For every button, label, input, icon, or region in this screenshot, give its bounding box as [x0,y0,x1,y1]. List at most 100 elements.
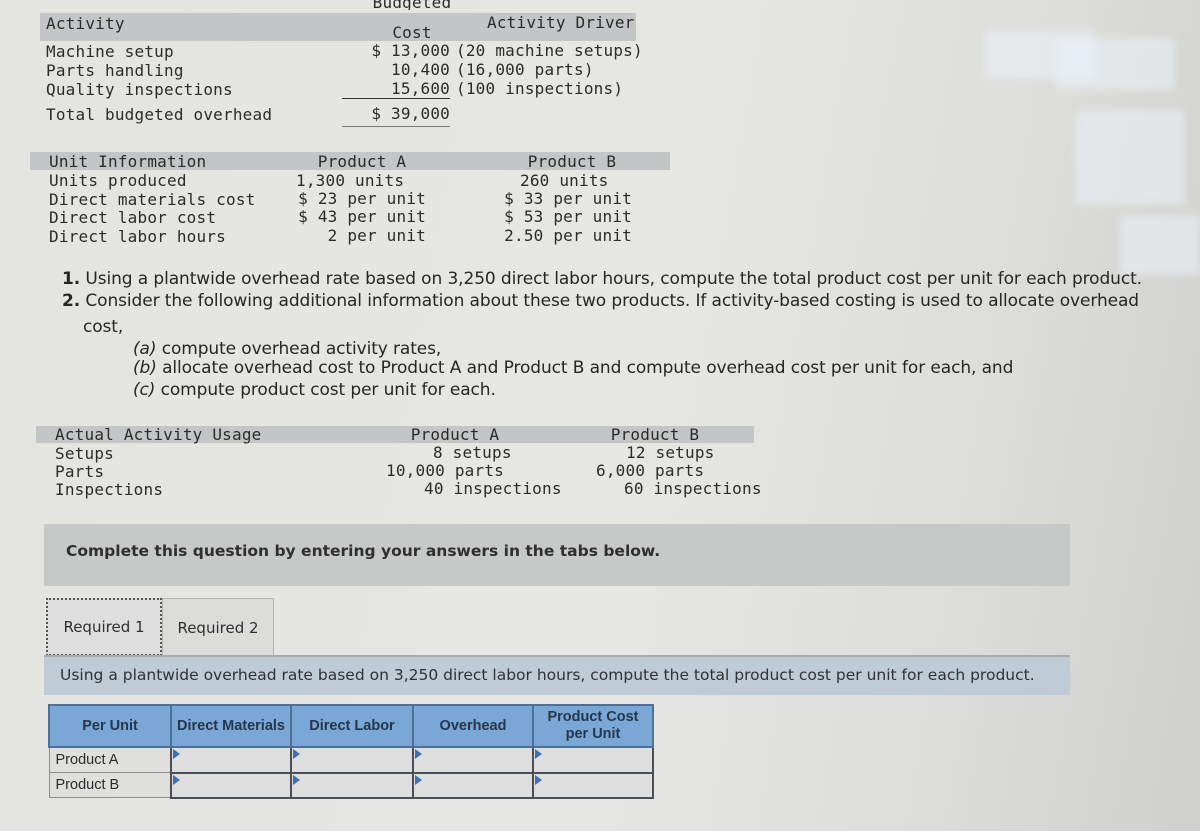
sub-question-a: (a) compute overhead activity rates, [133,339,441,359]
sub-question-tag: (b) [133,358,157,378]
usage-row-b: 60 inspections [624,479,762,498]
product-b-direct-materials-input[interactable] [172,774,290,796]
unit-row-b: $ 33 per unit [504,189,632,208]
required-prompt-text: Using a plantwide overhead rate based on… [60,666,1035,684]
cell-overhead [412,771,534,799]
product-b-direct-labor-input[interactable] [292,774,412,796]
activity-label: Quality inspections [46,80,233,99]
unit-row-label: Direct materials cost [49,190,256,209]
usage-row-a: 40 inspections [424,479,562,498]
instructions-panel: Complete this question by entering your … [44,524,1070,586]
product-a-direct-materials-input[interactable] [172,748,290,771]
question-2-text: Consider the following additional inform… [85,291,1139,311]
cell-direct-materials [170,771,292,799]
header-direct-labor: Direct Labor [290,704,414,748]
header-actual-activity-usage: Actual Activity Usage [55,425,262,444]
table-row: Product A [48,746,654,774]
tab-required-2[interactable]: Required 2 [162,598,274,656]
input-flag-icon [293,774,300,785]
unit-row-b: 2.50 per unit [504,226,632,245]
usage-row-a: 8 setups [433,443,512,462]
cell-direct-materials [170,746,292,774]
table-row: Product B [48,771,654,799]
tab-required-1[interactable]: Required 1 [46,598,162,656]
input-flag-icon [535,774,542,785]
subtotal-rule [342,98,450,99]
question-2-continued: cost, [83,317,124,337]
screen-glare [1075,110,1185,205]
tab-label: Required 1 [63,618,145,636]
total-double-rule [342,126,450,127]
answer-table: Per Unit Direct Materials Direct Labor O… [48,704,654,799]
product-a-overhead-input[interactable] [414,748,532,771]
unit-row-a: 2 per unit [327,226,426,245]
total-label: Total budgeted overhead [46,105,273,124]
unit-row-label: Direct labor hours [49,227,226,246]
activity-cost: 10,400 [391,60,450,79]
sub-question-tag: (a) [133,339,157,359]
sub-question-text: compute product cost per unit for each. [155,380,496,400]
cell-direct-labor [290,771,414,799]
header-cost: Cost [392,23,432,42]
screen-glare [1120,215,1200,275]
tab-label: Required 2 [177,618,259,637]
input-flag-icon [173,749,180,759]
header-product-a: Product A [317,152,407,171]
header-overhead: Overhead [412,704,534,748]
activity-label: Machine setup [46,42,174,61]
sub-question-text: compute overhead activity rates, [156,339,442,359]
activity-driver: (20 machine setups) [456,41,643,60]
question-1-number: 1. [62,269,81,289]
usage-row-label: Setups [55,444,114,463]
usage-row-a: 10,000 parts [386,461,504,480]
input-flag-icon [535,749,542,759]
input-flag-icon [173,774,180,785]
header-budgeted: Budgeted [372,0,452,10]
row-label-product-a: Product A [48,746,172,773]
sub-question-b: (b) allocate overhead cost to Product A … [133,358,1013,378]
cell-product-cost [532,771,654,799]
usage-row-b: 6,000 parts [596,461,705,480]
question-1: 1. Using a plantwide overhead rate based… [62,269,1142,289]
unit-row-label: Direct labor cost [49,208,217,227]
activity-driver: (100 inspections) [456,79,624,98]
unit-row-b: 260 units [520,171,609,190]
activity-cost: $ 13,000 [371,41,450,60]
header-product-b: Product B [527,152,617,171]
header-product-cost-per-unit: Product Cost per Unit [532,704,654,748]
row-label-product-b: Product B [48,772,172,798]
answer-table-header-row: Per Unit Direct Materials Direct Labor O… [48,704,654,748]
question-1-text: Using a plantwide overhead rate based on… [85,269,1142,289]
unit-row-b: $ 53 per unit [504,207,632,226]
cell-product-cost [532,746,654,774]
question-2: 2. Consider the following additional inf… [62,291,1139,311]
sub-question-c: (c) compute product cost per unit for ea… [133,380,496,400]
cell-direct-labor [290,746,414,774]
product-a-product-cost-input[interactable] [534,748,652,771]
activity-driver: (16,000 parts) [456,60,594,79]
header-activity-driver: Activity Driver [487,13,635,32]
product-b-overhead-input[interactable] [414,774,532,796]
header-product-a: Product A [410,425,500,444]
sub-question-tag: (c) [133,380,156,400]
usage-row-b: 12 setups [626,443,715,462]
cell-overhead [412,746,534,774]
input-flag-icon [293,749,300,759]
question-2-number: 2. [62,291,81,311]
required-prompt-band: Using a plantwide overhead rate based on… [44,657,1070,695]
header-activity: Activity [46,14,125,33]
activity-label: Parts handling [46,61,184,80]
sub-question-text: allocate overhead cost to Product A and … [156,358,1014,378]
product-b-product-cost-input[interactable] [534,774,652,796]
product-a-direct-labor-input[interactable] [292,748,412,771]
header-unit-information: Unit Information [49,152,207,171]
total-value: $ 39,000 [371,104,450,123]
header-direct-materials: Direct Materials [170,704,292,748]
input-flag-icon [415,749,422,759]
unit-row-a: $ 43 per unit [298,207,426,226]
unit-row-a: 1,300 units [296,171,405,190]
header-per-unit: Per Unit [48,704,172,748]
usage-row-label: Inspections [55,480,164,499]
screen-glare [1055,38,1175,90]
input-flag-icon [415,774,422,785]
